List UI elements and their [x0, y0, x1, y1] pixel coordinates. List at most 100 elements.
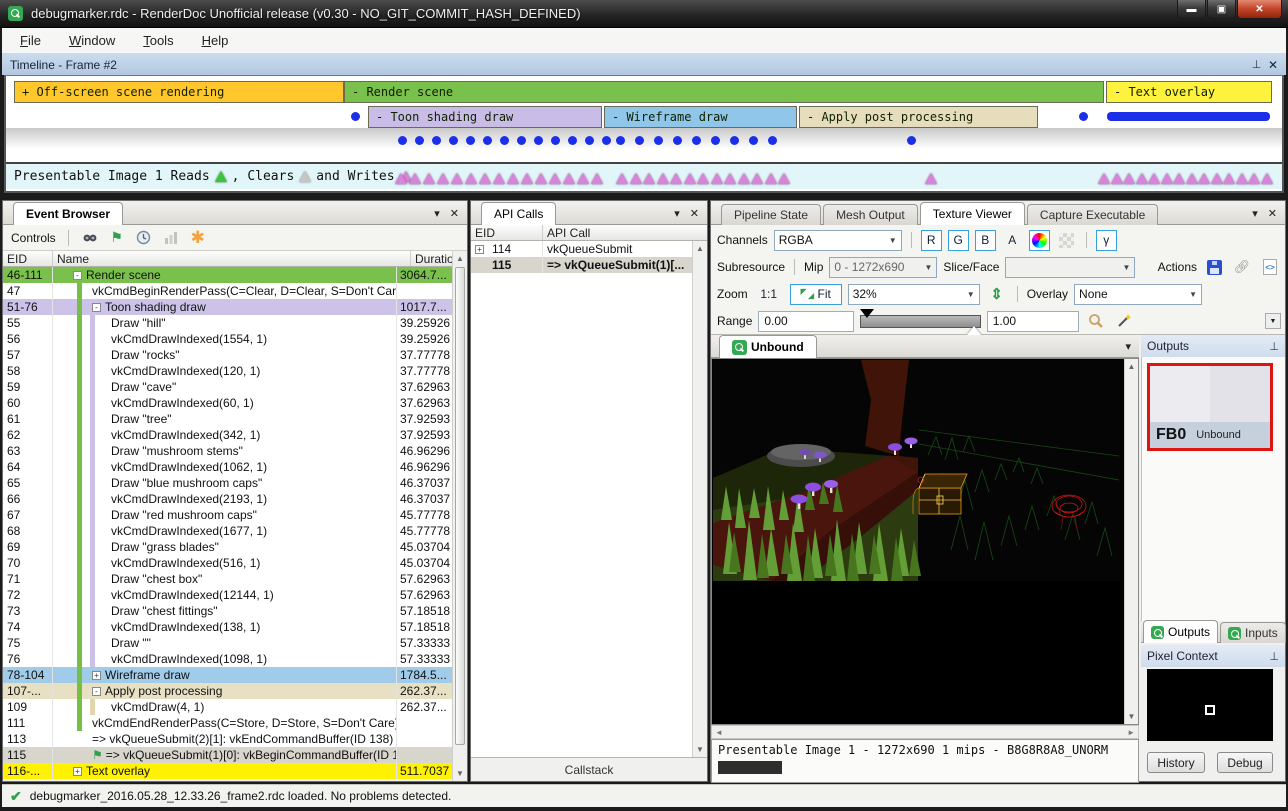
event-row[interactable]: 56vkCmdDrawIndexed(1554, 1)39.25926 — [3, 331, 453, 347]
write-marker-triangle[interactable] — [1123, 173, 1135, 184]
write-marker-triangle[interactable] — [521, 173, 533, 184]
expander-icon[interactable]: - — [92, 303, 101, 312]
channel-red-button[interactable]: R — [921, 230, 942, 251]
write-marker-triangle[interactable] — [697, 173, 709, 184]
close-icon[interactable]: ✕ — [450, 207, 459, 220]
bookmark-icon[interactable]: ✱ — [189, 229, 207, 247]
event-row[interactable]: 78-104+Wireframe draw1784.5... — [3, 667, 453, 683]
event-browser-scrollbar[interactable]: ▲ ▼ — [452, 251, 467, 781]
write-marker-triangle[interactable] — [1261, 173, 1273, 184]
event-row[interactable]: 70vkCmdDrawIndexed(516, 1)45.03704 — [3, 555, 453, 571]
timeline-draw-dot[interactable] — [568, 136, 577, 145]
timeline-section[interactable]: - Text overlay — [1106, 81, 1272, 103]
event-row[interactable]: 107-...-Apply post processing262.37... — [3, 683, 453, 699]
timeline-draw-dot[interactable] — [654, 136, 663, 145]
find-icon[interactable] — [81, 229, 99, 247]
overlay-select[interactable]: None▼ — [1074, 284, 1202, 305]
event-row[interactable]: 115⚑=> vkQueueSubmit(1)[0]: vkBeginComma… — [3, 747, 453, 763]
expander-icon[interactable]: + — [475, 245, 484, 254]
timeline-draw-dot[interactable] — [907, 136, 916, 145]
close-icon[interactable]: ✕ — [1268, 58, 1278, 72]
event-row[interactable]: 46-111-Render scene3064.7... — [3, 267, 453, 283]
timeline-draw-dot[interactable] — [415, 136, 424, 145]
history-button[interactable]: History — [1147, 752, 1205, 773]
autofit-wand-icon[interactable] — [1113, 310, 1135, 332]
timeline-draw-dot[interactable] — [551, 136, 560, 145]
write-marker-triangle[interactable] — [409, 173, 421, 184]
debug-button[interactable]: Debug — [1217, 752, 1273, 773]
event-row[interactable]: 66vkCmdDrawIndexed(2193, 1)46.37037 — [3, 491, 453, 507]
write-marker-triangle[interactable] — [1198, 173, 1210, 184]
timeline-section[interactable]: + Off-screen scene rendering — [14, 81, 344, 103]
write-marker-triangle[interactable] — [591, 173, 603, 184]
menu-help[interactable]: Help — [202, 33, 229, 48]
event-row[interactable]: 60vkCmdDrawIndexed(60, 1)37.62963 — [3, 395, 453, 411]
timeline-section[interactable]: - Toon shading draw — [368, 106, 602, 128]
write-marker-triangle[interactable] — [563, 173, 575, 184]
event-row[interactable]: 69Draw "grass blades"45.03704 — [3, 539, 453, 555]
range-black-handle[interactable] — [860, 309, 874, 318]
write-marker-triangle[interactable] — [738, 173, 750, 184]
toolbar-expand-button[interactable]: ▼ — [1265, 313, 1281, 329]
timeline-draw-dot[interactable] — [749, 136, 758, 145]
event-row[interactable]: 62vkCmdDrawIndexed(342, 1)37.92593 — [3, 427, 453, 443]
texture-hscrollbar[interactable]: ◄► — [711, 725, 1139, 739]
event-row[interactable]: 111vkCmdEndRenderPass(C=Store, D=Store, … — [3, 715, 453, 731]
texture-canvas[interactable]: ▲ ▼ — [711, 358, 1139, 725]
write-marker-triangle[interactable] — [630, 173, 642, 184]
tab-pipeline-state[interactable]: Pipeline State — [721, 204, 821, 225]
pixel-context-view[interactable] — [1147, 669, 1273, 741]
event-row[interactable]: 72vkCmdDrawIndexed(12144, 1)57.62963 — [3, 587, 453, 603]
write-marker-triangle[interactable] — [670, 173, 682, 184]
write-marker-triangle[interactable] — [765, 173, 777, 184]
column-eid[interactable]: EID — [3, 251, 53, 266]
api-call-row[interactable]: 115=> vkQueueSubmit(1)[... — [471, 257, 692, 273]
dock-menu-icon[interactable]: ▾ — [1252, 207, 1258, 220]
timeline-draw-dot[interactable] — [517, 136, 526, 145]
timeline-draw-dot[interactable] — [585, 136, 594, 145]
write-marker-triangle[interactable] — [616, 173, 628, 184]
timeline-draw-dot[interactable] — [616, 136, 625, 145]
timeline-draw-dot[interactable] — [768, 136, 777, 145]
texture-list-dropdown-icon[interactable]: ▾ — [1125, 340, 1131, 353]
event-row[interactable]: 73Draw "chest fittings"57.18518 — [3, 603, 453, 619]
write-marker-triangle[interactable] — [423, 173, 435, 184]
menu-file[interactable]: File — [20, 33, 41, 48]
event-row[interactable]: 47vkCmdBeginRenderPass(C=Clear, D=Clear,… — [3, 283, 453, 299]
write-marker-triangle[interactable] — [1161, 173, 1173, 184]
write-marker-triangle[interactable] — [493, 173, 505, 184]
zoom-select[interactable]: 32%▼ — [848, 284, 980, 305]
column-api-call[interactable]: API Call — [543, 225, 707, 240]
pin-icon[interactable]: ⊥ — [1252, 58, 1262, 71]
tab-api-calls[interactable]: API Calls — [481, 202, 556, 225]
write-marker-triangle[interactable] — [724, 173, 736, 184]
write-marker-triangle[interactable] — [1173, 173, 1185, 184]
zoom-1to1-button[interactable]: 1:1 — [754, 284, 784, 305]
api-columns[interactable]: EID API Call — [471, 225, 707, 241]
flip-y-icon[interactable]: ⇕ — [986, 283, 1008, 305]
write-marker-triangle[interactable] — [437, 173, 449, 184]
tab-texture-viewer[interactable]: Texture Viewer — [920, 202, 1025, 225]
event-row[interactable]: 67Draw "red mushroom caps"45.77778 — [3, 507, 453, 523]
maximize-button[interactable]: ▣ — [1207, 0, 1236, 19]
write-marker-triangle[interactable] — [1223, 173, 1235, 184]
column-eid[interactable]: EID — [471, 225, 543, 240]
write-marker-triangle[interactable] — [1236, 173, 1248, 184]
colorwheel-button[interactable] — [1029, 230, 1050, 251]
time-draws-icon[interactable] — [135, 229, 153, 247]
timeline-draw-dot[interactable] — [398, 136, 407, 145]
range-min-field[interactable]: 0.00 — [758, 311, 854, 332]
write-marker-triangle[interactable] — [1248, 173, 1260, 184]
tab-inputs[interactable]: Inputs — [1220, 622, 1286, 643]
timeline-event-pill[interactable] — [1107, 112, 1270, 121]
expander-icon[interactable]: - — [92, 687, 101, 696]
tab-outputs[interactable]: Outputs — [1143, 620, 1218, 643]
close-icon[interactable]: ✕ — [690, 207, 699, 220]
menu-tools[interactable]: Tools — [143, 33, 173, 48]
pin-icon[interactable]: ⊥ — [1269, 340, 1279, 353]
timeline-draw-dot[interactable] — [449, 136, 458, 145]
write-marker-triangle[interactable] — [479, 173, 491, 184]
event-row[interactable]: 65Draw "blue mushroom caps"46.37037 — [3, 475, 453, 491]
timeline-event-dot[interactable] — [1079, 112, 1088, 121]
write-marker-triangle[interactable] — [507, 173, 519, 184]
